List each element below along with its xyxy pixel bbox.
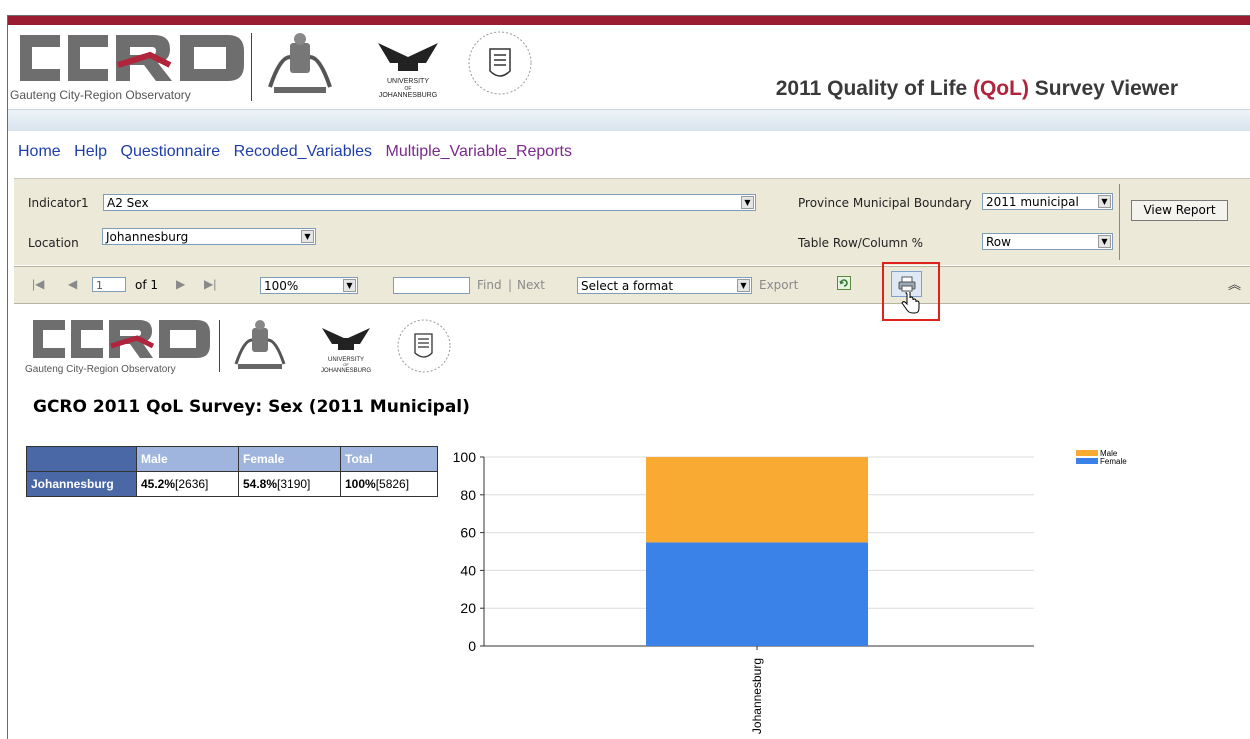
main-nav: Home Help Questionnaire Recoded_Variable… (18, 143, 581, 161)
rowcol-select[interactable]: Row ▼ (982, 233, 1113, 250)
university-of-johannesburg-logo: UNIVERSITY OF JOHANNESBURG (378, 43, 438, 99)
legend-swatch-female (1076, 458, 1098, 464)
indicator-value: A2 Sex (107, 196, 149, 210)
indicator-label: Indicator1 (28, 196, 89, 210)
last-page-icon[interactable]: ▶| (204, 277, 216, 291)
table-header-total: Total (340, 446, 438, 472)
report-title: GCRO 2011 QoL Survey: Sex (2011 Municipa… (33, 397, 470, 417)
first-page-icon[interactable]: |◀ (32, 277, 44, 291)
indicator-select[interactable]: A2 Sex ▼ (103, 194, 756, 211)
table-header-female: Female (238, 446, 341, 472)
find-link[interactable]: Find (477, 278, 502, 292)
nav-home-link[interactable]: Home (18, 143, 61, 160)
svg-text:JOHANNESBURG: JOHANNESBURG (379, 92, 437, 99)
rowcol-value: Row (986, 235, 1011, 249)
coat-of-arms-icon (268, 33, 332, 93)
table-row: Johannesburg 45.2%[2636] 54.8%[3190] 100… (26, 471, 438, 497)
export-link[interactable]: Export (759, 278, 798, 292)
x-tick-label: Johannesburg (750, 658, 764, 734)
y-tick-label: 0 (468, 638, 476, 654)
stacked-bar-chart: 020406080100JohannesburgMaleFemale (453, 449, 1128, 734)
page-number-input[interactable]: 1 (92, 277, 126, 292)
report-university-of-johannesburg-logo: UNIVERSITY OF JOHANNESBURG (321, 328, 371, 374)
params-divider (1119, 184, 1120, 260)
svg-text:UNIVERSITY: UNIVERSITY (387, 78, 429, 85)
page-number-value: 1 (96, 279, 103, 292)
site-header: Gauteng City-Region Observatory UNIVERSI… (8, 25, 1250, 109)
page-count: of 1 (135, 278, 159, 292)
rowcol-label: Table Row/Column % (798, 236, 924, 250)
gcro-logo: Gauteng City-Region Observatory (10, 35, 244, 102)
header-subbar (8, 109, 1250, 131)
bar-segment-male (646, 457, 868, 543)
table-cell-female: 54.8%[3190] (238, 471, 341, 497)
chevron-down-icon: ▼ (1098, 195, 1111, 208)
report-coat-of-arms-icon (234, 320, 286, 369)
y-tick-label: 80 (460, 487, 476, 503)
legend-label-female: Female (1100, 457, 1127, 466)
top-accent-bar (8, 16, 1250, 25)
find-separator: | (508, 278, 513, 292)
legend-swatch-male (1076, 450, 1098, 456)
y-tick-label: 20 (460, 600, 476, 616)
previous-page-icon[interactable]: ◀ (68, 277, 77, 291)
nav-questionnaire-link[interactable]: Questionnaire (121, 143, 221, 160)
report-gcro-logo: Gauteng City-Region Observatory (25, 320, 210, 375)
location-label: Location (28, 236, 79, 250)
print-highlight-box (882, 262, 940, 321)
nav-help-link[interactable]: Help (74, 143, 107, 160)
table-header-row: Male Female Total (26, 446, 438, 472)
boundary-value: 2011 municipal (986, 195, 1079, 209)
report-parameters-panel (14, 178, 1250, 265)
collapse-toolbar-icon[interactable]: ︽ (1228, 274, 1241, 293)
boundary-label: Province Municipal Boundary (798, 196, 972, 210)
chevron-down-icon: ▼ (301, 230, 314, 243)
find-input[interactable] (393, 277, 470, 294)
results-table: Male Female Total Johannesburg 45.2%[263… (26, 446, 438, 497)
y-tick-label: 60 (460, 525, 476, 541)
table-cell-male: 45.2%[2636] (136, 471, 239, 497)
nav-recoded-variables-link[interactable]: Recoded_Variables (234, 143, 372, 160)
svg-text:Gauteng City-Region Observator: Gauteng City-Region Observatory (10, 88, 191, 102)
chevron-down-icon: ▼ (343, 279, 356, 292)
chevron-down-icon: ▼ (1098, 235, 1111, 248)
zoom-select[interactable]: 100% ▼ (260, 277, 358, 294)
table-cell-total: 100%[5826] (340, 471, 438, 497)
bar-segment-female (646, 542, 868, 646)
export-format-value: Select a format (581, 279, 674, 293)
zoom-value: 100% (264, 279, 299, 293)
svg-text:OF: OF (343, 362, 349, 367)
chevron-down-icon: ▼ (741, 196, 754, 209)
page-title: 2011 Quality of Life (QoL) Survey Viewer (775, 77, 1178, 100)
nav-multiple-variable-reports-link[interactable]: Multiple_Variable_Reports (386, 143, 572, 160)
boundary-select[interactable]: 2011 municipal ▼ (982, 193, 1113, 210)
find-next-link[interactable]: Next (517, 278, 545, 292)
location-select[interactable]: Johannesburg ▼ (102, 228, 316, 245)
wits-crest-icon (468, 31, 532, 95)
y-tick-label: 40 (460, 562, 476, 578)
view-report-button[interactable]: View Report (1131, 200, 1228, 221)
y-tick-label: 100 (453, 449, 477, 465)
report-logo-divider (219, 320, 220, 372)
chevron-down-icon: ▼ (737, 279, 750, 292)
next-page-icon[interactable]: ▶ (176, 277, 185, 291)
location-value: Johannesburg (106, 230, 189, 244)
logo-divider (251, 33, 252, 101)
report-wits-crest-icon (397, 319, 451, 373)
svg-text:JOHANNESBURG: JOHANNESBURG (321, 368, 371, 374)
export-format-select[interactable]: Select a format ▼ (577, 277, 752, 294)
refresh-icon[interactable] (837, 276, 851, 290)
svg-text:Gauteng City-Region Observator: Gauteng City-Region Observatory (25, 364, 176, 375)
table-header-male: Male (136, 446, 239, 472)
table-corner-cell (26, 446, 137, 472)
table-row-label: Johannesburg (26, 471, 137, 497)
